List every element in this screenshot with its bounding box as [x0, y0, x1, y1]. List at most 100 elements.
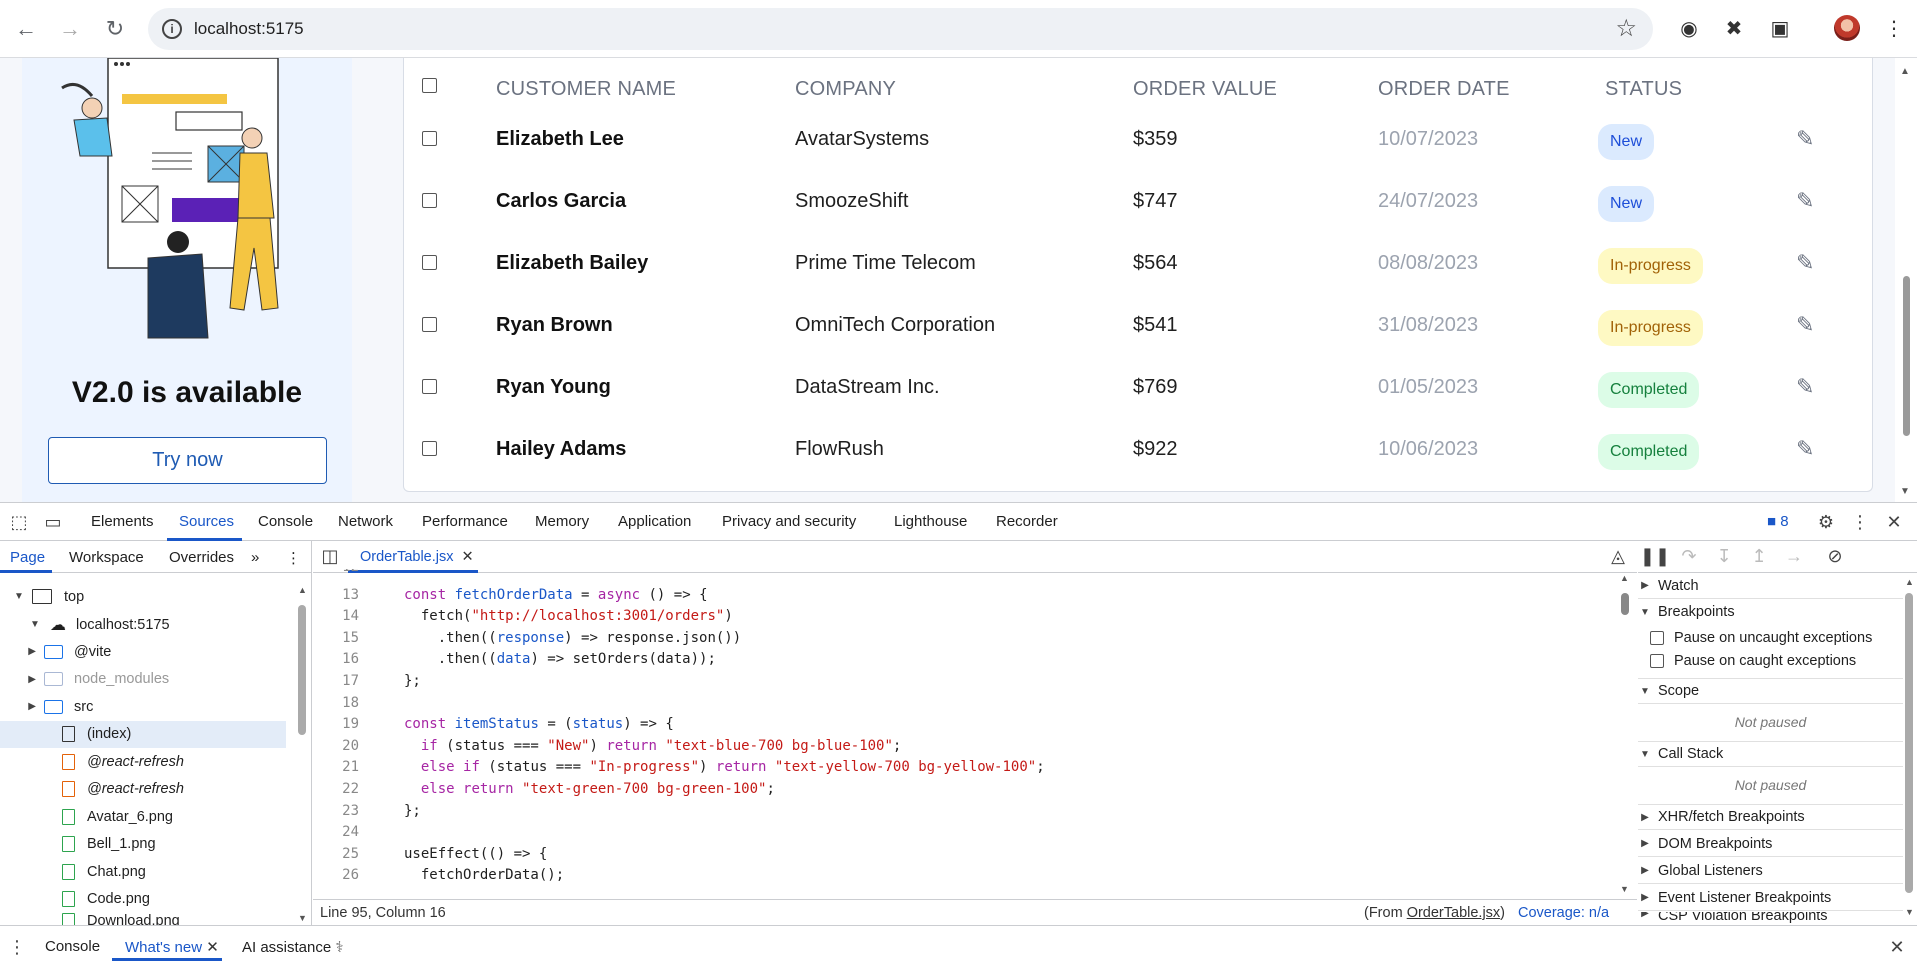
settings-gear-icon[interactable]: ⚙: [1815, 511, 1837, 533]
code-line[interactable]: 14 fetch("http://localhost:3001/orders"): [313, 608, 1603, 629]
more-tabs-chevron-icon[interactable]: »: [251, 549, 259, 566]
line-number[interactable]: 16: [313, 651, 359, 667]
tab-sources[interactable]: Sources: [179, 513, 234, 530]
section-breakpoints[interactable]: ▼ Breakpoints: [1638, 599, 1903, 625]
toggle-navigator-icon[interactable]: ◫: [319, 545, 341, 567]
tab-application[interactable]: Application: [618, 513, 691, 530]
reload-icon[interactable]: ↻: [99, 13, 131, 45]
tree-folder-src[interactable]: ▶ src: [0, 693, 286, 720]
section-csp-breakpoints[interactable]: ▶ CSP Violation Breakpoints: [1638, 912, 1903, 925]
section-dom-breakpoints[interactable]: ▶ DOM Breakpoints: [1638, 831, 1903, 857]
drawer-tab-whats-new[interactable]: What's new ✕: [125, 938, 219, 956]
scroll-down-icon[interactable]: ▼: [1905, 907, 1914, 917]
section-global-listeners[interactable]: ▶ Global Listeners: [1638, 858, 1903, 884]
scroll-down-icon[interactable]: ▼: [298, 913, 307, 923]
step-into-icon[interactable]: ↧: [1713, 545, 1735, 567]
extensions-puzzle-icon[interactable]: ▣: [1766, 14, 1794, 42]
row-checkbox[interactable]: [422, 193, 437, 208]
line-number[interactable]: 15: [313, 630, 359, 646]
row-checkbox[interactable]: [422, 255, 437, 270]
step-out-icon[interactable]: ↥: [1748, 545, 1770, 567]
line-number[interactable]: 25: [313, 846, 359, 862]
source-origin-link[interactable]: OrderTable.jsx: [1407, 905, 1500, 921]
section-event-listener-breakpoints[interactable]: ▶ Event Listener Breakpoints: [1638, 885, 1903, 911]
tree-folder-node-modules[interactable]: ▶ node_modules: [0, 666, 286, 693]
row-checkbox[interactable]: [422, 317, 437, 332]
header-status[interactable]: STATUS: [1605, 78, 1682, 101]
step-icon[interactable]: →: [1783, 545, 1805, 567]
navigator-menu-icon[interactable]: ⋮: [286, 549, 301, 567]
line-number[interactable]: 23: [313, 803, 359, 819]
pause-caught-option[interactable]: Pause on caught exceptions: [1638, 653, 1856, 669]
code-line[interactable]: 20 if (status === "New") return "text-bl…: [313, 738, 1603, 759]
code-line[interactable]: 15 .then((response) => response.json()): [313, 630, 1603, 651]
forward-arrow-icon[interactable]: →: [54, 13, 86, 45]
scroll-up-icon[interactable]: ▲: [298, 585, 307, 595]
code-line[interactable]: 21 else if (status === "In-progress") re…: [313, 759, 1603, 780]
code-line[interactable]: 13 const fetchOrderData = async () => {: [313, 587, 1603, 608]
tab-page[interactable]: Page: [10, 549, 45, 566]
scrollbar-thumb[interactable]: [1905, 593, 1913, 893]
section-watch[interactable]: ▶ Watch: [1638, 573, 1903, 599]
tab-overrides[interactable]: Overrides: [169, 549, 234, 566]
tab-lighthouse[interactable]: Lighthouse: [894, 513, 967, 530]
line-number[interactable]: 21: [313, 759, 359, 775]
close-drawer-icon[interactable]: ✕: [1886, 936, 1908, 958]
scroll-up-icon[interactable]: ▲: [1900, 66, 1910, 77]
edit-pencil-icon[interactable]: ✎: [1796, 250, 1820, 275]
code-line[interactable]: 16 .then((data) => setOrders(data));: [313, 651, 1603, 672]
code-line[interactable]: 26 fetchOrderData();: [313, 867, 1603, 888]
line-number[interactable]: 20: [313, 738, 359, 754]
extension-icon[interactable]: ◉: [1675, 14, 1703, 42]
editor-scrollbar[interactable]: ▲ ▼: [1618, 573, 1632, 894]
back-arrow-icon[interactable]: ←: [10, 13, 42, 45]
navigator-scrollbar[interactable]: ▲ ▼: [298, 585, 307, 923]
line-number[interactable]: 17: [313, 673, 359, 689]
row-checkbox[interactable]: [422, 379, 437, 394]
scrollbar-thumb[interactable]: [1903, 276, 1910, 436]
header-order-date[interactable]: ORDER DATE: [1378, 78, 1510, 101]
tree-file-chat[interactable]: Chat.png: [0, 858, 286, 885]
tree-file-code[interactable]: Code.png: [0, 886, 286, 913]
tree-file-bell-1[interactable]: Bell_1.png: [0, 831, 286, 858]
url-text[interactable]: localhost:5175: [194, 19, 304, 39]
drawer-menu-icon[interactable]: ⋮: [6, 936, 28, 958]
line-number[interactable]: 22: [313, 781, 359, 797]
code-line[interactable]: 22 else return "text-green-700 bg-green-…: [313, 781, 1603, 802]
tab-performance[interactable]: Performance: [422, 513, 508, 530]
line-number[interactable]: 19: [313, 716, 359, 732]
line-number[interactable]: 24: [313, 824, 359, 840]
code-line[interactable]: 25 useEffect(() => {: [313, 846, 1603, 867]
header-order-value[interactable]: ORDER VALUE: [1133, 78, 1277, 101]
tree-file-avatar-6[interactable]: Avatar_6.png: [0, 803, 286, 830]
scroll-up-icon[interactable]: ▲: [1905, 577, 1914, 587]
row-checkbox[interactable]: [422, 131, 437, 146]
tree-file-index[interactable]: (index): [0, 720, 286, 748]
scroll-up-icon[interactable]: ▲: [1620, 573, 1629, 583]
tab-elements[interactable]: Elements: [91, 513, 154, 530]
code-line[interactable]: 17};: [313, 673, 1603, 694]
devtools-menu-icon[interactable]: ⋮: [1849, 511, 1871, 533]
scrollbar-thumb[interactable]: [298, 605, 306, 735]
deactivate-breakpoints-icon[interactable]: ⊘: [1824, 545, 1846, 567]
tree-file-react-refresh-2[interactable]: @react-refresh: [0, 776, 286, 803]
section-call-stack[interactable]: ▼ Call Stack: [1638, 741, 1903, 767]
edit-pencil-icon[interactable]: ✎: [1796, 436, 1820, 461]
bookmark-star-icon[interactable]: ☆: [1615, 14, 1637, 43]
code-line[interactable]: 18: [313, 695, 1603, 716]
tab-workspace[interactable]: Workspace: [69, 549, 144, 566]
tree-top[interactable]: ▼ top: [12, 583, 84, 610]
row-checkbox[interactable]: [422, 441, 437, 456]
tab-privacy-security[interactable]: Privacy and security: [722, 513, 856, 530]
extension-cross-icon[interactable]: ✖: [1720, 14, 1748, 42]
section-xhr-breakpoints[interactable]: ▶ XHR/fetch Breakpoints: [1638, 804, 1903, 830]
drawer-tab-ai-assistance[interactable]: AI assistance ⚕: [242, 938, 344, 956]
close-devtools-icon[interactable]: ✕: [1883, 511, 1905, 533]
code-line[interactable]: 24: [313, 824, 1603, 845]
scroll-down-icon[interactable]: ▼: [1620, 884, 1629, 894]
code-line[interactable]: 12: [313, 569, 1603, 577]
device-toolbar-icon[interactable]: ▭: [42, 511, 64, 533]
tree-host[interactable]: ▼ ☁ localhost:5175: [28, 611, 169, 638]
line-number[interactable]: 12: [313, 569, 359, 575]
debugger-scrollbar[interactable]: ▲ ▼: [1905, 577, 1914, 921]
